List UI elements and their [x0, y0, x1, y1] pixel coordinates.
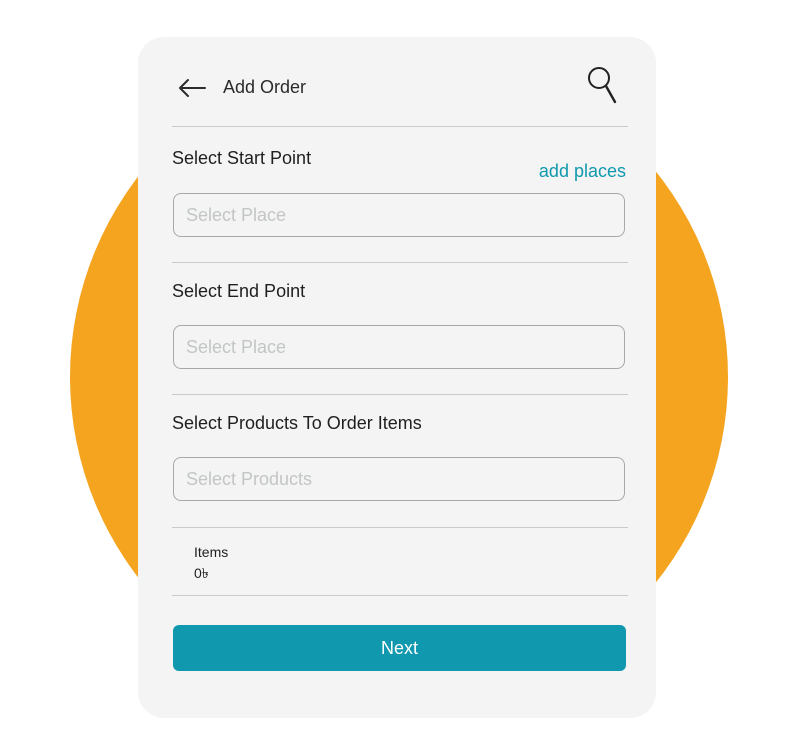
section-divider	[172, 527, 628, 528]
arrow-left-icon[interactable]	[178, 78, 206, 98]
start-point-label: Select Start Point	[172, 148, 312, 168]
end-place-input[interactable]	[173, 325, 625, 369]
section-divider	[172, 262, 628, 263]
products-label: Select Products To Order Items	[172, 413, 422, 433]
header: Add Order	[172, 65, 628, 110]
add-order-card: Add Order Select Start Point add places …	[138, 37, 656, 718]
section-divider	[172, 595, 628, 596]
section-divider	[172, 394, 628, 395]
search-icon[interactable]	[586, 65, 620, 107]
items-label: Items	[194, 544, 229, 560]
items-total-value: 0৳	[194, 565, 209, 581]
products-input[interactable]	[173, 457, 625, 501]
start-place-input[interactable]	[173, 193, 625, 237]
end-point-label: Select End Point	[172, 281, 306, 301]
header-divider	[172, 126, 628, 127]
add-places-link[interactable]: add places	[539, 161, 626, 182]
screen: Add Order Select Start Point add places …	[0, 0, 800, 738]
page-title: Add Order	[223, 77, 307, 97]
next-button[interactable]: Next	[173, 625, 626, 671]
